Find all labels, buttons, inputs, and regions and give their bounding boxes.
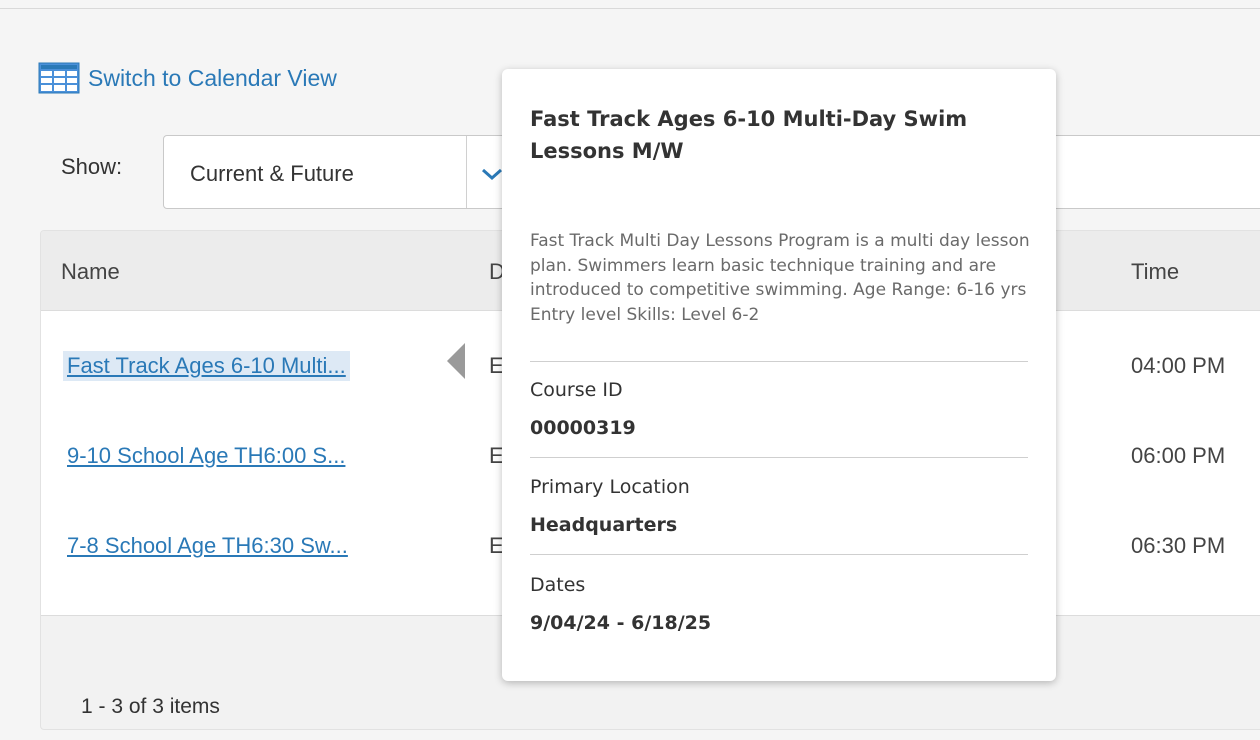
tooltip-divider (530, 457, 1028, 458)
course-name-link[interactable]: Fast Track Ages 6-10 Multi... (63, 351, 350, 381)
chevron-down-icon[interactable] (480, 162, 504, 186)
top-divider (0, 8, 1260, 9)
dates-label: Dates (530, 574, 586, 596)
tooltip-divider (530, 554, 1028, 555)
course-id-label: Course ID (530, 379, 623, 401)
primary-location-label: Primary Location (530, 476, 690, 498)
tooltip-pointer (447, 343, 465, 379)
course-detail-tooltip: Fast Track Ages 6-10 Multi-Day Swim Less… (502, 69, 1056, 681)
tooltip-title: Fast Track Ages 6-10 Multi-Day Swim Less… (530, 107, 968, 163)
course-name-link[interactable]: 7-8 School Age TH6:30 Sw... (63, 531, 352, 561)
course-time-cell: 06:30 PM (1131, 533, 1226, 558)
show-filter-value: Current & Future (190, 161, 354, 186)
select-divider (466, 136, 467, 208)
switch-to-calendar-view-link[interactable]: Switch to Calendar View (38, 62, 337, 94)
course-name-link[interactable]: 9-10 School Age TH6:00 S... (63, 441, 349, 471)
course-time-cell: 04:00 PM (1131, 353, 1226, 378)
pager-info: 1 - 3 of 3 items (81, 695, 220, 718)
calendar-grid-icon (38, 62, 80, 94)
switch-view-label: Switch to Calendar View (88, 64, 337, 91)
tooltip-divider (530, 361, 1028, 362)
column-header-time[interactable]: Time (1131, 259, 1179, 285)
column-header-name[interactable]: Name (61, 259, 120, 285)
primary-location-value: Headquarters (530, 514, 678, 536)
tooltip-description: Fast Track Multi Day Lessons Program is … (530, 231, 1030, 325)
show-filter-label: Show: (61, 154, 123, 179)
dates-value: 9/04/24 - 6/18/25 (530, 612, 712, 634)
course-id-value: 00000319 (530, 417, 636, 439)
course-time-cell: 06:00 PM (1131, 443, 1226, 468)
